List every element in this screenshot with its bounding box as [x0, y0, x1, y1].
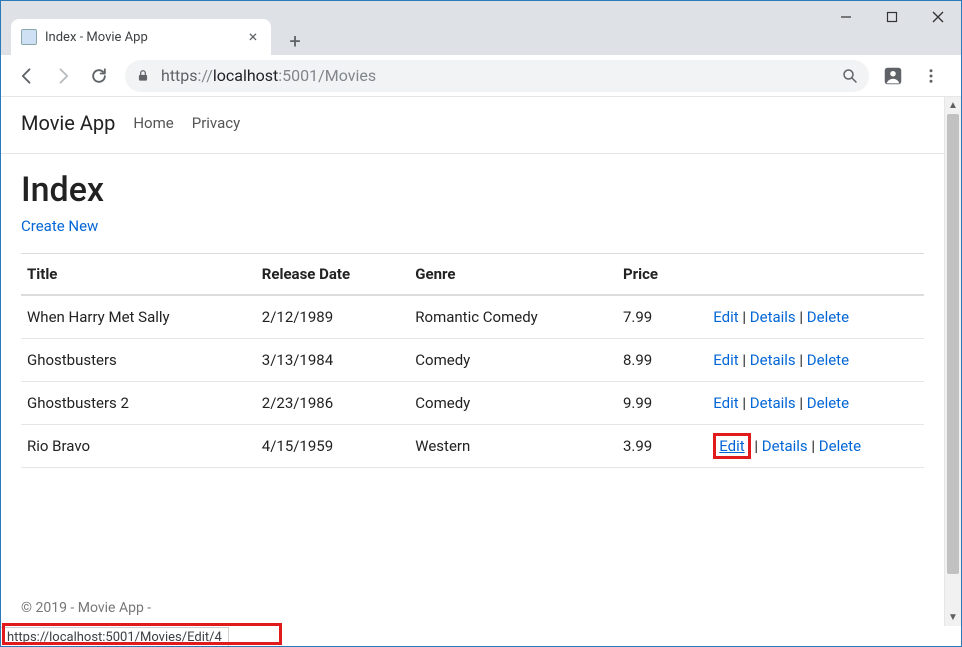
cell-genre: Western — [409, 425, 617, 468]
cell-actions: Edit | Details | Delete — [707, 382, 924, 425]
scroll-up-button[interactable]: ▲ — [945, 97, 961, 114]
page-viewport: ▲ ▼ Movie App Home Privacy Index Create … — [1, 97, 961, 626]
delete-link[interactable]: Delete — [819, 437, 861, 455]
nav-home[interactable]: Home — [133, 114, 173, 132]
cell-genre: Comedy — [409, 382, 617, 425]
cell-title: Rio Bravo — [21, 425, 256, 468]
col-price: Price — [617, 254, 707, 296]
action-separator: | — [739, 394, 750, 412]
cell-price: 9.99 — [617, 382, 707, 425]
edit-link[interactable]: Edit — [713, 394, 738, 412]
reload-button[interactable] — [81, 58, 117, 94]
forward-button[interactable] — [45, 58, 81, 94]
new-tab-button[interactable]: + — [281, 27, 309, 55]
action-separator: | — [739, 308, 750, 326]
edit-link[interactable]: Edit — [713, 308, 738, 326]
table-row: Ghostbusters 22/23/1986Comedy9.99Edit | … — [21, 382, 924, 425]
edit-link[interactable]: Edit — [713, 351, 738, 369]
vertical-scrollbar[interactable]: ▲ ▼ — [944, 97, 961, 626]
cell-actions: Edit | Details | Delete — [707, 295, 924, 339]
tab-title: Index - Movie App — [45, 30, 245, 45]
status-bar: https://localhost:5001/Movies/Edit/4 — [1, 627, 229, 646]
create-new-link[interactable]: Create New — [21, 217, 98, 235]
details-link[interactable]: Details — [750, 351, 796, 369]
scroll-down-button[interactable]: ▼ — [945, 609, 961, 626]
action-separator: | — [796, 394, 807, 412]
status-text: https://localhost:5001/Movies/Edit/4 — [7, 630, 222, 645]
cell-price: 3.99 — [617, 425, 707, 468]
delete-link[interactable]: Delete — [807, 351, 849, 369]
details-link[interactable]: Details — [762, 437, 808, 455]
browser-toolbar: https://localhost:5001/Movies — [1, 55, 961, 97]
edit-link[interactable]: Edit — [713, 433, 750, 459]
cell-release: 2/23/1986 — [256, 382, 410, 425]
action-separator: | — [796, 351, 807, 369]
maximize-button[interactable] — [869, 1, 915, 33]
cell-release: 2/12/1989 — [256, 295, 410, 339]
browser-tab[interactable]: Index - Movie App × — [11, 19, 271, 55]
col-genre: Genre — [409, 254, 617, 296]
cell-title: When Harry Met Sally — [21, 295, 256, 339]
cell-title: Ghostbusters 2 — [21, 382, 256, 425]
cell-actions: Edit | Details | Delete — [707, 425, 924, 468]
delete-link[interactable]: Delete — [807, 308, 849, 326]
window-titlebar: Index - Movie App × + — [1, 1, 961, 55]
action-separator: | — [739, 351, 750, 369]
close-window-button[interactable] — [915, 1, 961, 33]
cell-price: 7.99 — [617, 295, 707, 339]
account-icon[interactable] — [877, 60, 909, 92]
action-separator: | — [808, 437, 819, 455]
favicon-icon — [21, 29, 37, 45]
minimize-button[interactable] — [823, 1, 869, 33]
col-title: Title — [21, 254, 256, 296]
window-controls — [823, 1, 961, 33]
action-separator: | — [796, 308, 807, 326]
site-navbar: Movie App Home Privacy — [1, 97, 944, 154]
cell-release: 4/15/1959 — [256, 425, 410, 468]
address-bar[interactable]: https://localhost:5001/Movies — [125, 60, 869, 92]
table-row: Rio Bravo4/15/1959Western3.99Edit | Deta… — [21, 425, 924, 468]
page-footer: © 2019 - Movie App - — [21, 600, 151, 616]
delete-link[interactable]: Delete — [807, 394, 849, 412]
movies-table: Title Release Date Genre Price When Harr… — [21, 253, 924, 468]
cell-genre: Romantic Comedy — [409, 295, 617, 339]
cell-actions: Edit | Details | Delete — [707, 339, 924, 382]
cell-title: Ghostbusters — [21, 339, 256, 382]
cell-release: 3/13/1984 — [256, 339, 410, 382]
scroll-thumb[interactable] — [947, 114, 959, 574]
details-link[interactable]: Details — [750, 308, 796, 326]
action-separator: | — [751, 437, 762, 455]
nav-privacy[interactable]: Privacy — [192, 114, 240, 132]
brand-label[interactable]: Movie App — [21, 111, 115, 135]
tab-strip: Index - Movie App × + — [1, 1, 309, 55]
url-text: https://localhost:5001/Movies — [161, 66, 833, 85]
table-row: When Harry Met Sally2/12/1989Romantic Co… — [21, 295, 924, 339]
page-title: Index — [21, 170, 924, 210]
close-tab-icon[interactable]: × — [245, 29, 261, 45]
table-row: Ghostbusters3/13/1984Comedy8.99Edit | De… — [21, 339, 924, 382]
kebab-menu-icon[interactable] — [915, 60, 947, 92]
back-button[interactable] — [9, 58, 45, 94]
cell-price: 8.99 — [617, 339, 707, 382]
col-actions — [707, 254, 924, 296]
lock-icon — [135, 68, 151, 84]
details-link[interactable]: Details — [750, 394, 796, 412]
cell-genre: Comedy — [409, 339, 617, 382]
col-release: Release Date — [256, 254, 410, 296]
zoom-icon[interactable] — [841, 67, 859, 85]
